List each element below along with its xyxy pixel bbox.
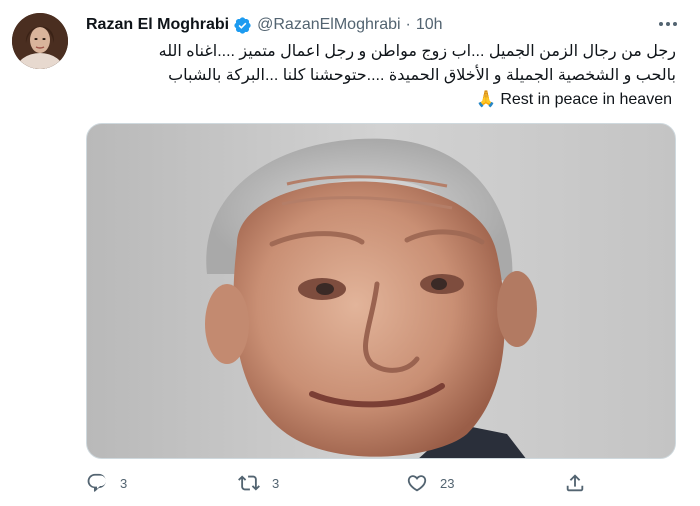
like-icon xyxy=(407,475,427,492)
avatar[interactable] xyxy=(12,13,68,69)
avatar-image xyxy=(12,13,68,69)
like-count: 23 xyxy=(440,475,455,491)
verified-badge-icon xyxy=(234,16,251,34)
author-name[interactable]: Razan El Moghrabi xyxy=(86,16,229,34)
tweet-text-line: بالحب و الشخصية الجميلة و الأخلاق الحميد… xyxy=(168,67,676,84)
reply-icon xyxy=(87,473,106,492)
share-button[interactable] xyxy=(564,472,586,494)
separator-dot: · xyxy=(405,16,411,33)
reply-button[interactable]: 3 xyxy=(86,472,127,494)
tweet-text-english: Rest in peace in heaven xyxy=(500,91,672,108)
tweet-timestamp[interactable]: 10h xyxy=(416,16,443,34)
tweet[interactable]: Razan El Moghrabi @RazanElMoghrabi · 10h… xyxy=(0,0,700,506)
more-icon[interactable] xyxy=(656,14,680,34)
reply-count: 3 xyxy=(120,475,128,491)
author-handle[interactable]: @RazanElMoghrabi xyxy=(257,16,400,34)
portrait-photo xyxy=(87,124,675,458)
like-button[interactable]: 23 xyxy=(406,472,454,494)
share-icon xyxy=(566,474,584,492)
tweet-text-line: رجل من رجال الزمن الجميل ...اب زوج مواطن… xyxy=(158,43,676,60)
retweet-button[interactable]: 3 xyxy=(238,472,279,494)
retweet-icon xyxy=(238,475,260,491)
tweet-text: رجل من رجال الزمن الجميل ...اب زوج مواطن… xyxy=(86,40,676,112)
retweet-count: 3 xyxy=(272,475,280,491)
tweet-actions: 3 3 23 xyxy=(86,470,606,500)
pray-emoji: 🙏 xyxy=(475,91,496,108)
tweet-header: Razan El Moghrabi @RazanElMoghrabi · 10h xyxy=(86,14,443,36)
tweet-photo[interactable] xyxy=(86,123,676,459)
tweet-text-line: 🙏 Rest in peace in heaven xyxy=(86,88,676,112)
